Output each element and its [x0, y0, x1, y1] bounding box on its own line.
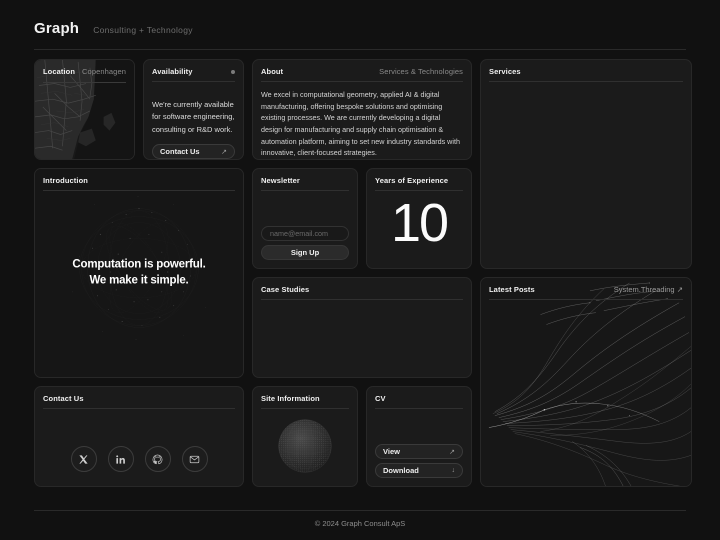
footer-divider: [34, 510, 686, 511]
about-divider: [261, 81, 463, 82]
latest-posts-divider: [489, 299, 683, 300]
cv-view-label: View: [383, 447, 400, 456]
card-title-about: About: [261, 67, 284, 76]
card-title-newsletter: Newsletter: [261, 176, 300, 185]
newsletter-email-placeholder: name@email.com: [270, 229, 329, 238]
arrow-up-right-icon: ↗: [676, 285, 683, 294]
brand-tagline: Consulting + Technology: [93, 25, 193, 35]
cv-download-button[interactable]: Download ↓: [375, 463, 463, 478]
about-header: About Services & Technologies: [261, 67, 463, 76]
site-information-header: Site Information: [261, 394, 349, 403]
latest-posts-link-label: System.Threading: [613, 285, 675, 294]
introduction-headline: Computation is powerful. We make it simp…: [35, 257, 243, 288]
dotted-globe-visual: [253, 409, 357, 482]
location-header: Location Copenhagen: [43, 67, 126, 83]
card-title-contact: Contact Us: [43, 394, 84, 403]
brand-logo[interactable]: Graph: [34, 20, 79, 37]
thread-trails-visual: [481, 278, 691, 486]
card-introduction: Introduction Computation is powerful. We…: [34, 168, 244, 378]
arrow-up-right-icon: ↗: [449, 448, 455, 456]
newsletter-signup-label: Sign Up: [290, 248, 320, 257]
card-title-location: Location: [43, 67, 76, 76]
contact-us-label: Contact Us: [160, 147, 200, 157]
headline-line-2: We make it simple.: [89, 274, 189, 286]
case-studies-header: Case Studies: [261, 285, 463, 294]
card-latest-posts: Latest Posts System.Threading ↗: [480, 277, 692, 487]
availability-header: Availability: [152, 67, 235, 76]
card-contact-us: Contact Us: [34, 386, 244, 487]
introduction-header: Introduction: [43, 176, 235, 191]
availability-divider: [152, 81, 235, 82]
card-newsletter: Newsletter name@email.com Sign Up: [252, 168, 358, 269]
header-divider: [34, 49, 686, 50]
arrow-up-right-icon: ↗: [221, 148, 227, 156]
status-dot-icon: [231, 69, 235, 74]
newsletter-divider: [261, 190, 349, 191]
card-availability: Availability We're currently available f…: [143, 59, 244, 160]
linkedin-icon: [116, 454, 125, 464]
card-title-case-studies: Case Studies: [261, 285, 310, 294]
contact-divider: [43, 408, 235, 409]
footer-copyright: © 2024 Graph Consult ApS: [314, 519, 406, 528]
card-title-services: Services: [489, 67, 521, 76]
about-meta: Services & Technologies: [379, 67, 463, 76]
social-link-x[interactable]: [70, 446, 97, 472]
card-title-cv: CV: [375, 394, 386, 403]
card-site-information: Site Information: [252, 386, 358, 487]
email-icon: [189, 455, 200, 463]
card-location[interactable]: Location Copenhagen: [34, 59, 135, 160]
newsletter-header: Newsletter: [261, 176, 349, 185]
introduction-divider: [43, 190, 235, 191]
card-title-availability: Availability: [152, 67, 193, 76]
cv-divider: [375, 408, 463, 409]
card-cv: CV View ↗ Download ↓: [366, 386, 472, 487]
x-twitter-icon: [79, 454, 88, 464]
card-years-of-experience: Years of Experience 10: [366, 168, 472, 269]
case-studies-divider: [261, 299, 463, 300]
site-header: Graph Consulting + Technology: [34, 0, 686, 37]
card-title-introduction: Introduction: [43, 176, 88, 185]
social-link-linkedin[interactable]: [107, 446, 134, 472]
card-case-studies: Case Studies: [252, 277, 472, 378]
card-about: About Services & Technologies We excel i…: [252, 59, 472, 160]
services-divider: [489, 81, 683, 82]
availability-body: We're currently available for software e…: [152, 100, 235, 134]
newsletter-email-input[interactable]: name@email.com: [261, 226, 349, 241]
github-icon: [152, 454, 163, 464]
contact-header: Contact Us: [43, 394, 235, 403]
headline-line-1: Computation is powerful.: [72, 258, 206, 271]
cv-view-button[interactable]: View ↗: [375, 444, 463, 459]
card-title-latest-posts: Latest Posts: [489, 285, 535, 294]
location-divider: [43, 82, 126, 83]
card-services: Services: [480, 59, 692, 269]
card-grid: Location Copenhagen Availability We're c…: [34, 59, 692, 487]
contact-us-button[interactable]: Contact Us ↗: [152, 144, 235, 159]
arrow-down-icon: ↓: [451, 467, 456, 474]
services-header: Services: [489, 67, 683, 76]
social-link-email[interactable]: [181, 446, 208, 472]
card-title-site-information: Site Information: [261, 394, 320, 403]
location-city: Copenhagen: [82, 67, 126, 76]
social-links: [35, 446, 243, 472]
thread-trails-svg: [481, 278, 691, 486]
social-link-github[interactable]: [144, 446, 171, 472]
about-body: We excel in computational geometry, appl…: [261, 90, 460, 158]
latest-posts-link[interactable]: System.Threading ↗: [614, 285, 683, 294]
cv-download-label: Download: [383, 466, 419, 475]
globe-icon: [278, 418, 332, 473]
years-value: 10: [390, 192, 449, 253]
latest-posts-header: Latest Posts System.Threading ↗: [489, 285, 683, 294]
newsletter-signup-button[interactable]: Sign Up: [261, 245, 349, 260]
page-root: Graph Consulting + Technology Location C…: [0, 0, 720, 540]
cv-header: CV: [375, 394, 463, 403]
